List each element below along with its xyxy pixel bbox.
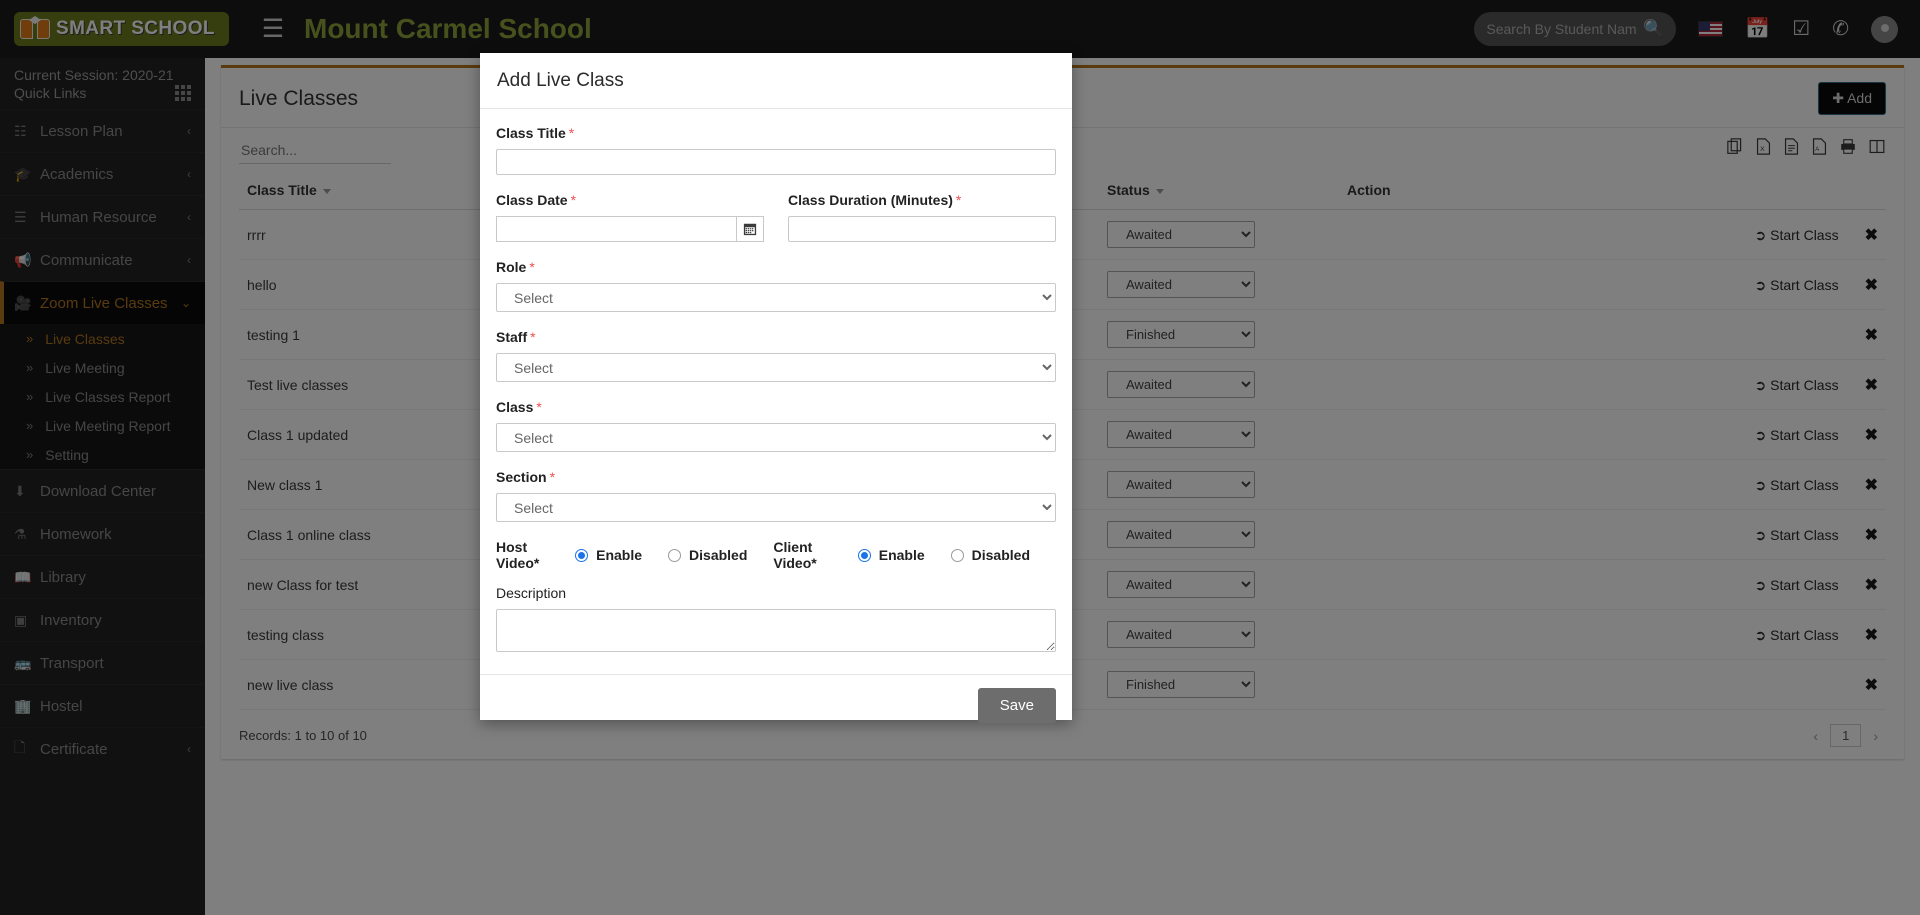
host-video-label: Host Video* — [496, 539, 540, 571]
host-video-enable-radio[interactable]: Enable — [575, 547, 642, 563]
radio-icon — [950, 548, 964, 562]
modal-header: Add Live Class — [480, 53, 1072, 109]
required-mark: * — [530, 329, 536, 345]
field-section: Section * Select — [496, 469, 1056, 522]
class-date-input[interactable] — [496, 216, 736, 242]
class-date-label: Class Date * — [496, 192, 577, 208]
radio-icon — [857, 548, 871, 562]
class-select[interactable]: Select — [496, 423, 1056, 452]
class-duration-label: Class Duration (Minutes) * — [788, 192, 962, 208]
client-video-label: Client Video* — [773, 539, 817, 571]
app-root: SMART SCHOOL ☰ Mount Carmel School 🔍 📅 ☑… — [0, 0, 1920, 915]
section-label: Section * — [496, 469, 556, 485]
required-mark: * — [811, 555, 817, 571]
row-date-duration: Class Date * Class Duration (Minutes) * — [496, 192, 1056, 242]
field-description: Description — [496, 585, 1056, 657]
role-select[interactable]: Select — [496, 283, 1056, 312]
class-duration-input[interactable] — [788, 216, 1056, 242]
client-video-enable-radio[interactable]: Enable — [857, 547, 925, 563]
role-label: Role * — [496, 259, 535, 275]
modal-body: Class Title * Class Date * Class Duratio… — [480, 109, 1072, 674]
required-mark: * — [536, 399, 542, 415]
field-class: Class * Select — [496, 399, 1056, 452]
staff-select[interactable]: Select — [496, 353, 1056, 382]
modal-title: Add Live Class — [497, 70, 624, 91]
required-mark: * — [570, 192, 577, 208]
required-mark: * — [568, 125, 575, 141]
save-button[interactable]: Save — [977, 688, 1056, 723]
client-video-group: Client Video* Enable Disabled — [773, 539, 1056, 571]
field-staff: Staff * Select — [496, 329, 1056, 382]
required-mark: * — [955, 192, 962, 208]
calendar-icon[interactable] — [736, 216, 764, 242]
field-role: Role * Select — [496, 259, 1056, 312]
add-live-class-modal: Add Live Class Class Title * Class Date * — [480, 53, 1072, 723]
modal-footer: Save — [480, 674, 1072, 736]
radio-icon — [668, 548, 682, 562]
class-label: Class * — [496, 399, 542, 415]
required-mark: * — [533, 555, 540, 571]
section-select[interactable]: Select — [496, 493, 1056, 522]
staff-label: Staff * — [496, 329, 536, 345]
description-textarea[interactable] — [496, 609, 1056, 652]
required-mark: * — [549, 469, 556, 485]
description-label: Description — [496, 585, 567, 601]
required-mark: * — [529, 259, 535, 275]
video-options-row: Host Video* Enable Disabled Client Video… — [496, 539, 1056, 571]
host-video-group: Host Video* Enable Disabled — [496, 539, 773, 571]
host-video-disabled-radio[interactable]: Disabled — [668, 547, 747, 563]
radio-icon — [575, 548, 589, 562]
class-title-label: Class Title * — [496, 125, 575, 141]
field-class-title: Class Title * — [496, 125, 1056, 175]
field-class-duration: Class Duration (Minutes) * — [788, 192, 1056, 242]
client-video-disabled-radio[interactable]: Disabled — [950, 547, 1030, 563]
class-title-input[interactable] — [496, 149, 1056, 175]
field-class-date: Class Date * — [496, 192, 764, 242]
